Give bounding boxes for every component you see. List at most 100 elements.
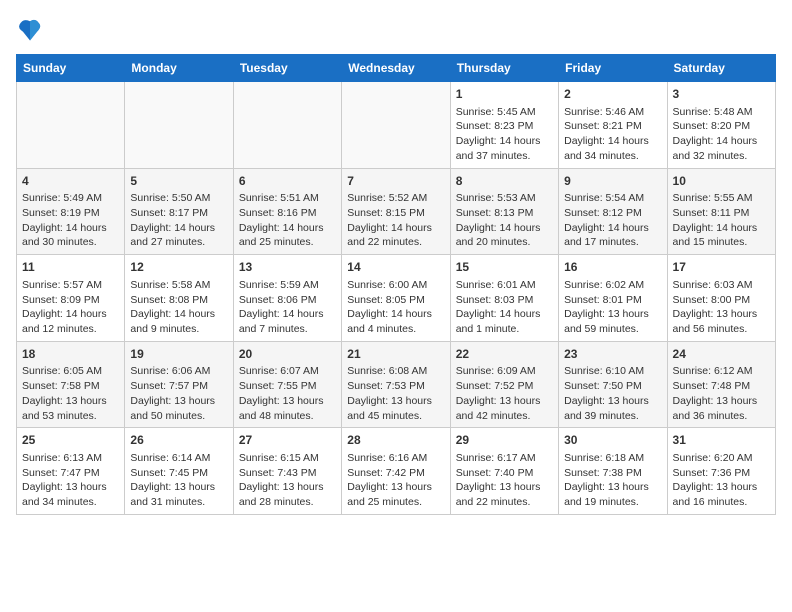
day-info: Sunset: 8:23 PM bbox=[456, 119, 553, 134]
day-info: Sunrise: 6:05 AM bbox=[22, 364, 119, 379]
day-number: 17 bbox=[673, 259, 770, 276]
day-number: 25 bbox=[22, 432, 119, 449]
day-info: Daylight: 13 hours and 42 minutes. bbox=[456, 394, 553, 423]
day-info: Daylight: 13 hours and 28 minutes. bbox=[239, 480, 336, 509]
day-info: Daylight: 13 hours and 45 minutes. bbox=[347, 394, 444, 423]
day-info: Sunrise: 5:59 AM bbox=[239, 278, 336, 293]
calendar-cell: 13Sunrise: 5:59 AMSunset: 8:06 PMDayligh… bbox=[233, 255, 341, 342]
day-info: Sunrise: 5:58 AM bbox=[130, 278, 227, 293]
calendar-cell: 12Sunrise: 5:58 AMSunset: 8:08 PMDayligh… bbox=[125, 255, 233, 342]
day-number: 28 bbox=[347, 432, 444, 449]
day-info: Daylight: 14 hours and 22 minutes. bbox=[347, 221, 444, 250]
day-info: Sunrise: 6:02 AM bbox=[564, 278, 661, 293]
calendar-cell: 30Sunrise: 6:18 AMSunset: 7:38 PMDayligh… bbox=[559, 428, 667, 515]
day-info: Daylight: 13 hours and 16 minutes. bbox=[673, 480, 770, 509]
calendar-cell: 10Sunrise: 5:55 AMSunset: 8:11 PMDayligh… bbox=[667, 168, 775, 255]
day-number: 9 bbox=[564, 173, 661, 190]
day-info: Sunset: 8:15 PM bbox=[347, 206, 444, 221]
calendar-cell: 2Sunrise: 5:46 AMSunset: 8:21 PMDaylight… bbox=[559, 82, 667, 169]
day-number: 15 bbox=[456, 259, 553, 276]
calendar-cell: 6Sunrise: 5:51 AMSunset: 8:16 PMDaylight… bbox=[233, 168, 341, 255]
day-number: 12 bbox=[130, 259, 227, 276]
day-number: 8 bbox=[456, 173, 553, 190]
day-info: Sunset: 7:38 PM bbox=[564, 466, 661, 481]
day-info: Sunset: 7:52 PM bbox=[456, 379, 553, 394]
day-number: 5 bbox=[130, 173, 227, 190]
day-number: 6 bbox=[239, 173, 336, 190]
day-info: Sunrise: 5:49 AM bbox=[22, 191, 119, 206]
calendar-cell: 26Sunrise: 6:14 AMSunset: 7:45 PMDayligh… bbox=[125, 428, 233, 515]
day-info: Sunrise: 6:13 AM bbox=[22, 451, 119, 466]
day-header-wednesday: Wednesday bbox=[342, 55, 450, 82]
day-info: Sunrise: 5:55 AM bbox=[673, 191, 770, 206]
calendar-cell: 25Sunrise: 6:13 AMSunset: 7:47 PMDayligh… bbox=[17, 428, 125, 515]
calendar-cell: 29Sunrise: 6:17 AMSunset: 7:40 PMDayligh… bbox=[450, 428, 558, 515]
calendar-cell: 23Sunrise: 6:10 AMSunset: 7:50 PMDayligh… bbox=[559, 341, 667, 428]
day-info: Sunrise: 6:17 AM bbox=[456, 451, 553, 466]
day-info: Daylight: 13 hours and 25 minutes. bbox=[347, 480, 444, 509]
day-info: Sunrise: 5:48 AM bbox=[673, 105, 770, 120]
day-header-monday: Monday bbox=[125, 55, 233, 82]
day-number: 13 bbox=[239, 259, 336, 276]
day-info: Daylight: 13 hours and 19 minutes. bbox=[564, 480, 661, 509]
day-info: Sunset: 7:45 PM bbox=[130, 466, 227, 481]
day-info: Sunrise: 5:57 AM bbox=[22, 278, 119, 293]
day-info: Daylight: 14 hours and 1 minute. bbox=[456, 307, 553, 336]
day-header-tuesday: Tuesday bbox=[233, 55, 341, 82]
day-info: Sunset: 7:43 PM bbox=[239, 466, 336, 481]
day-info: Daylight: 14 hours and 34 minutes. bbox=[564, 134, 661, 163]
calendar-cell bbox=[233, 82, 341, 169]
day-info: Sunset: 8:03 PM bbox=[456, 293, 553, 308]
day-number: 26 bbox=[130, 432, 227, 449]
day-info: Sunset: 8:17 PM bbox=[130, 206, 227, 221]
day-info: Sunset: 8:00 PM bbox=[673, 293, 770, 308]
day-number: 3 bbox=[673, 86, 770, 103]
day-info: Sunset: 8:05 PM bbox=[347, 293, 444, 308]
day-number: 22 bbox=[456, 346, 553, 363]
calendar-cell: 16Sunrise: 6:02 AMSunset: 8:01 PMDayligh… bbox=[559, 255, 667, 342]
day-number: 11 bbox=[22, 259, 119, 276]
day-info: Sunrise: 6:12 AM bbox=[673, 364, 770, 379]
day-info: Daylight: 14 hours and 17 minutes. bbox=[564, 221, 661, 250]
day-info: Sunset: 7:58 PM bbox=[22, 379, 119, 394]
calendar-cell: 27Sunrise: 6:15 AMSunset: 7:43 PMDayligh… bbox=[233, 428, 341, 515]
day-info: Sunrise: 5:54 AM bbox=[564, 191, 661, 206]
day-info: Sunrise: 5:51 AM bbox=[239, 191, 336, 206]
calendar-cell: 31Sunrise: 6:20 AMSunset: 7:36 PMDayligh… bbox=[667, 428, 775, 515]
calendar-week-1: 1Sunrise: 5:45 AMSunset: 8:23 PMDaylight… bbox=[17, 82, 776, 169]
calendar-cell bbox=[17, 82, 125, 169]
calendar-cell: 22Sunrise: 6:09 AMSunset: 7:52 PMDayligh… bbox=[450, 341, 558, 428]
day-info: Sunset: 8:11 PM bbox=[673, 206, 770, 221]
day-info: Sunset: 7:36 PM bbox=[673, 466, 770, 481]
day-info: Sunset: 7:40 PM bbox=[456, 466, 553, 481]
calendar-cell: 4Sunrise: 5:49 AMSunset: 8:19 PMDaylight… bbox=[17, 168, 125, 255]
calendar-cell: 9Sunrise: 5:54 AMSunset: 8:12 PMDaylight… bbox=[559, 168, 667, 255]
day-info: Sunset: 8:21 PM bbox=[564, 119, 661, 134]
day-number: 10 bbox=[673, 173, 770, 190]
day-info: Sunset: 7:53 PM bbox=[347, 379, 444, 394]
day-info: Daylight: 13 hours and 31 minutes. bbox=[130, 480, 227, 509]
calendar-cell: 5Sunrise: 5:50 AMSunset: 8:17 PMDaylight… bbox=[125, 168, 233, 255]
calendar-cell bbox=[125, 82, 233, 169]
day-info: Sunset: 8:19 PM bbox=[22, 206, 119, 221]
day-info: Sunrise: 6:10 AM bbox=[564, 364, 661, 379]
calendar-cell: 20Sunrise: 6:07 AMSunset: 7:55 PMDayligh… bbox=[233, 341, 341, 428]
day-info: Daylight: 14 hours and 12 minutes. bbox=[22, 307, 119, 336]
day-info: Sunrise: 6:20 AM bbox=[673, 451, 770, 466]
day-info: Daylight: 14 hours and 9 minutes. bbox=[130, 307, 227, 336]
day-info: Daylight: 14 hours and 25 minutes. bbox=[239, 221, 336, 250]
calendar-cell: 14Sunrise: 6:00 AMSunset: 8:05 PMDayligh… bbox=[342, 255, 450, 342]
day-number: 20 bbox=[239, 346, 336, 363]
day-number: 23 bbox=[564, 346, 661, 363]
day-info: Sunrise: 5:45 AM bbox=[456, 105, 553, 120]
calendar-table: SundayMondayTuesdayWednesdayThursdayFrid… bbox=[16, 54, 776, 515]
day-info: Sunset: 8:20 PM bbox=[673, 119, 770, 134]
day-header-friday: Friday bbox=[559, 55, 667, 82]
calendar-cell: 1Sunrise: 5:45 AMSunset: 8:23 PMDaylight… bbox=[450, 82, 558, 169]
day-number: 18 bbox=[22, 346, 119, 363]
day-info: Daylight: 13 hours and 56 minutes. bbox=[673, 307, 770, 336]
day-info: Daylight: 13 hours and 39 minutes. bbox=[564, 394, 661, 423]
day-header-thursday: Thursday bbox=[450, 55, 558, 82]
day-number: 7 bbox=[347, 173, 444, 190]
day-info: Daylight: 13 hours and 59 minutes. bbox=[564, 307, 661, 336]
